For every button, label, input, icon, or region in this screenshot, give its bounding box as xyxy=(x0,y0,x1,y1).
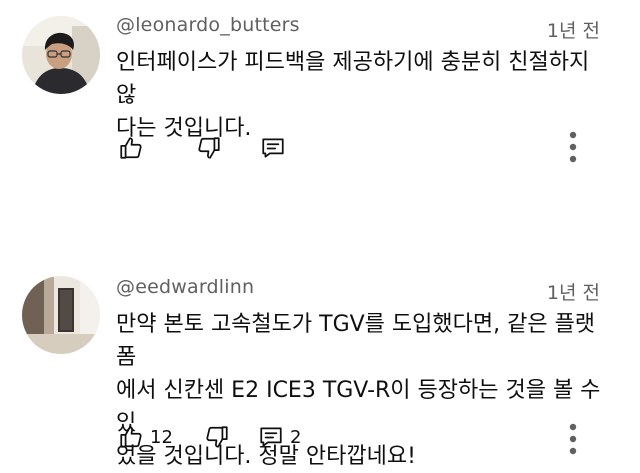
more-vert-icon xyxy=(564,422,582,456)
more-options-button[interactable] xyxy=(564,130,582,164)
comment-timestamp[interactable]: 1년 전 xyxy=(547,16,600,43)
comment-actions: 12 2 xyxy=(118,421,301,453)
avatar[interactable] xyxy=(22,276,100,354)
like-count: 12 xyxy=(150,426,173,448)
reply-button[interactable] xyxy=(260,135,292,161)
thumbs-down-icon xyxy=(204,424,230,450)
dislike-button[interactable] xyxy=(204,424,258,450)
dislike-button[interactable] xyxy=(196,135,260,161)
like-button[interactable]: 12 xyxy=(118,424,204,450)
comment-text-line: 인터페이스가 피드백을 제공하기에 충분히 친절하지 않 xyxy=(116,50,590,108)
comment-text: 인터페이스가 피드백을 제공하기에 충분히 친절하지 않 다는 것입니다. xyxy=(116,46,606,145)
comment-timestamp[interactable]: 1년 전 xyxy=(547,278,600,305)
thumbs-up-icon xyxy=(118,135,144,161)
thumbs-up-icon xyxy=(118,424,144,450)
more-options-button[interactable] xyxy=(564,422,582,456)
comment-actions xyxy=(118,132,292,164)
thumbs-down-icon xyxy=(196,135,222,161)
reply-button[interactable]: 2 xyxy=(258,424,301,450)
like-button[interactable] xyxy=(118,135,196,161)
reply-icon xyxy=(258,424,284,450)
comment-author[interactable]: @leonardo_butters xyxy=(116,14,300,36)
reply-icon xyxy=(260,135,286,161)
comment-author[interactable]: @eedwardlinn xyxy=(116,276,254,298)
comment-item: @leonardo_butters 1년 전 인터페이스가 피드백을 제공하기에… xyxy=(0,0,640,230)
reply-count: 2 xyxy=(290,426,302,448)
comment-text-line: 만약 본토 고속철도가 TGV를 도입했다면, 같은 플랫폼 xyxy=(116,312,596,370)
comment-item: @eedwardlinn 1년 전 만약 본토 고속철도가 TGV를 도입했다면… xyxy=(0,230,640,469)
more-vert-icon xyxy=(564,130,582,164)
avatar[interactable] xyxy=(22,16,100,94)
